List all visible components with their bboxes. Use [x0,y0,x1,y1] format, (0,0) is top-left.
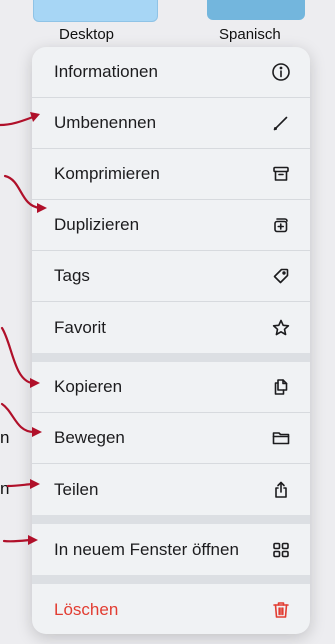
desktop-folder-icon[interactable] [33,0,158,22]
archive-box-icon [270,163,292,185]
menu-item-label: Duplizieren [54,215,140,234]
menu-group-separator [32,515,310,524]
menu-item-komprimieren[interactable]: Komprimieren [32,149,310,200]
menu-item-bewegen[interactable]: Bewegen [32,413,310,464]
info-icon [270,61,292,83]
tag-icon [270,265,292,287]
menu-item-informationen[interactable]: Informationen [32,47,310,98]
menu-item-label: Teilen [54,479,99,499]
menu-item-tags[interactable]: Tags [32,251,310,302]
menu-item-kopieren[interactable]: Kopieren [32,362,310,413]
context-menu: Informationen Umbenennen Komprimieren Du… [32,47,310,634]
desktop-folder-label: Desktop [59,26,115,43]
menu-item-label: Bewegen [54,428,125,447]
folder-icon [270,427,292,449]
pencil-icon [270,112,292,134]
menu-item-umbenennen[interactable]: Umbenennen [32,98,310,149]
arrow-kopieren [0,326,34,385]
trash-icon [270,599,292,621]
menu-item-label: Favorit [54,317,106,337]
menu-item-label: Kopieren [54,377,123,396]
star-icon [270,317,292,339]
spanisch-folder-icon[interactable] [207,0,305,20]
partial-side-text-1: n [0,428,10,447]
menu-item-label: Löschen [54,599,119,619]
menu-item-in-neuem-fenster-oeffnen[interactable]: In neuem Fenster öffnen [32,524,310,575]
menu-item-teilen[interactable]: Teilen [32,464,310,515]
menu-group-separator [32,575,310,584]
window-grid-icon [270,539,292,561]
arrow-umbenennen [0,115,35,127]
menu-item-label: Komprimieren [54,164,160,183]
duplicate-icon [270,214,292,236]
menu-item-duplizieren[interactable]: Duplizieren [32,200,310,251]
menu-item-label: In neuem Fenster öffnen [54,539,239,559]
menu-item-loeschen[interactable]: Löschen [32,584,310,634]
share-icon [270,479,292,501]
copy-documents-icon [270,376,292,398]
menu-item-label: Tags [54,266,90,285]
partial-side-text-2: n [0,479,10,498]
menu-item-label: Umbenennen [54,113,157,132]
arrow-fenster [2,538,32,543]
arrow-teilen [6,482,34,488]
spanisch-folder-label: Spanisch [219,26,281,43]
menu-group-separator [32,353,310,362]
menu-item-label: Informationen [54,62,158,81]
menu-item-favorit[interactable]: Favorit [32,302,310,353]
